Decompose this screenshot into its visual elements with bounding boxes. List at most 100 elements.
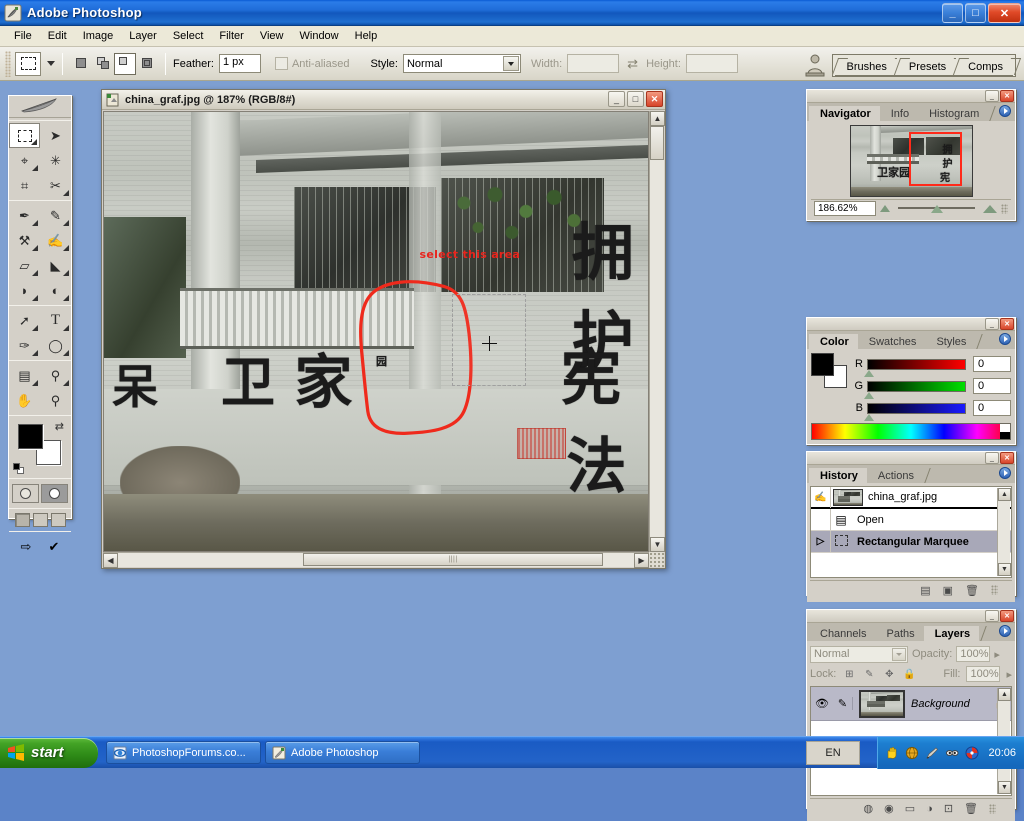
menu-view[interactable]: View <box>252 27 292 45</box>
document-horizontal-scrollbar[interactable]: ◀ |||| ▶ <box>103 552 649 567</box>
tab-paths[interactable]: Paths <box>875 626 923 641</box>
zoom-slider-thumb[interactable] <box>931 205 943 213</box>
eye-icon[interactable]: 👁 <box>811 697 833 710</box>
subtract-from-selection-button[interactable] <box>114 53 136 75</box>
full-screen-mode-icon[interactable] <box>51 513 66 527</box>
image-canvas[interactable]: 呆 卫 家 园 拥 护 宪 法 select this area <box>103 111 649 552</box>
tab-actions[interactable]: Actions <box>867 468 923 483</box>
link-layers-icon[interactable]: ◍ <box>864 802 874 815</box>
palette-menu-icon[interactable] <box>999 467 1011 479</box>
document-resize-grip[interactable] <box>649 552 664 567</box>
fill-value[interactable]: 100% <box>966 666 1000 682</box>
default-colors-icon[interactable] <box>13 463 24 474</box>
lock-image-pixels-icon[interactable]: ✎ <box>862 667 876 681</box>
document-titlebar[interactable]: china_graf.jpg @ 187% (RGB/8#) _ □ ✕ <box>102 90 665 110</box>
anti-aliased-checkbox[interactable] <box>275 57 288 70</box>
history-state-pointer-marker[interactable]: ▷ <box>811 531 831 552</box>
navigator-zoom-slider[interactable] <box>894 202 979 216</box>
history-close-button[interactable]: ✕ <box>1000 452 1014 464</box>
crop-tool[interactable]: ⌗ <box>9 173 40 198</box>
history-minimize-button[interactable]: _ <box>985 452 999 464</box>
paint-bucket-tool[interactable]: ◣ <box>40 253 71 278</box>
rectangular-marquee-tool[interactable] <box>9 123 40 148</box>
layers-scroll-up-button[interactable]: ▲ <box>998 688 1011 701</box>
fill-stepper-icon[interactable]: ▸ <box>1006 668 1012 681</box>
tab-info[interactable]: Info <box>880 106 918 121</box>
type-tool[interactable]: T <box>40 308 71 333</box>
new-selection-button[interactable] <box>70 53 92 75</box>
layers-minimize-button[interactable]: _ <box>985 610 999 622</box>
create-new-snapshot-icon[interactable]: ▣ <box>943 584 953 597</box>
color-close-button[interactable]: ✕ <box>1000 318 1014 330</box>
tab-color[interactable]: Color <box>809 334 858 349</box>
menu-edit[interactable]: Edit <box>40 27 75 45</box>
clock[interactable]: 20:06 <box>988 747 1016 759</box>
hand-share-icon[interactable] <box>884 746 899 761</box>
tab-navigator[interactable]: Navigator <box>809 106 880 121</box>
history-scroll-down-button[interactable]: ▼ <box>998 563 1011 576</box>
palette-menu-icon[interactable] <box>999 105 1011 117</box>
intersect-with-selection-button[interactable] <box>136 53 158 75</box>
antivirus-shield-icon[interactable] <box>964 746 979 761</box>
standard-screen-mode-icon[interactable] <box>15 513 30 527</box>
ellipse-shape-tool[interactable]: ◯ <box>40 333 71 358</box>
layer-row-background[interactable]: 👁 ✎ Ba <box>811 687 1011 721</box>
tab-channels[interactable]: Channels <box>809 626 875 641</box>
swap-dimensions-icon[interactable]: ⇄ <box>627 56 638 72</box>
layers-close-button[interactable]: ✕ <box>1000 610 1014 622</box>
close-button[interactable]: ✕ <box>988 3 1021 23</box>
history-scroll-up-button[interactable]: ▲ <box>998 488 1011 501</box>
healing-brush-tool[interactable]: ✒ <box>9 203 40 228</box>
quick-mask-mode-button[interactable] <box>41 484 68 503</box>
swap-colors-icon[interactable]: ⇄ <box>55 420 64 433</box>
menu-window[interactable]: Window <box>292 27 347 45</box>
scroll-right-button[interactable]: ▶ <box>634 553 649 568</box>
menubar[interactable]: File Edit Image Layer Select Filter View… <box>0 26 1024 47</box>
lock-all-icon[interactable]: 🔒 <box>902 667 916 681</box>
taskbar-item-photoshop[interactable]: Adobe Photoshop <box>265 741 420 764</box>
eraser-tool[interactable]: ▱ <box>9 253 40 278</box>
paintbrush-icon[interactable]: ✎ <box>833 697 853 710</box>
create-document-from-state-icon[interactable]: ▤ <box>920 584 930 597</box>
scroll-left-button[interactable]: ◀ <box>103 553 118 568</box>
history-state-open[interactable]: ▤ Open <box>811 509 1011 531</box>
opacity-stepper-icon[interactable]: ▸ <box>994 648 1000 661</box>
color-foreground-swatch[interactable] <box>811 353 834 376</box>
options-bar-grip[interactable] <box>5 51 11 77</box>
lock-transparent-pixels-icon[interactable]: ⊞ <box>842 667 856 681</box>
delete-layer-icon[interactable]: 🗑 <box>964 802 978 815</box>
tab-layers[interactable]: Layers <box>924 626 979 641</box>
path-selection-tool[interactable]: ➚ <box>9 308 40 333</box>
navigator-titlebar[interactable]: _ ✕ <box>807 90 1015 103</box>
menu-select[interactable]: Select <box>165 27 212 45</box>
history-brush-source-icon[interactable]: ✍ <box>811 487 831 508</box>
history-brush-tool[interactable]: ✍ <box>40 228 71 253</box>
height-input[interactable] <box>686 54 738 73</box>
zoom-tool[interactable]: ⚲ <box>40 388 71 413</box>
paintbrush-tool[interactable]: ✎ <box>40 203 71 228</box>
horizontal-scroll-thumb[interactable]: |||| <box>303 553 603 566</box>
color-spectrum-ramp[interactable] <box>811 423 1011 440</box>
history-tabs[interactable]: History Actions <box>807 465 1015 483</box>
menu-layer[interactable]: Layer <box>121 27 165 45</box>
palette-menu-icon[interactable] <box>999 333 1011 345</box>
navigator-view-box[interactable] <box>909 132 962 187</box>
scroll-up-button[interactable]: ▲ <box>650 111 665 126</box>
new-group-icon[interactable]: ▭ <box>905 802 915 815</box>
document-close-button[interactable]: ✕ <box>646 91 663 107</box>
magic-wand-tool[interactable]: ✳ <box>40 148 71 173</box>
menu-filter[interactable]: Filter <box>211 27 251 45</box>
adjustment-layer-icon[interactable]: ◑ <box>926 803 933 815</box>
palette-menu-icon[interactable] <box>999 625 1011 637</box>
red-slider[interactable] <box>867 359 966 370</box>
color-minimize-button[interactable]: _ <box>985 318 999 330</box>
maximize-button[interactable]: □ <box>965 3 986 23</box>
hand-tool[interactable]: ✋ <box>9 388 40 413</box>
eyes-tray-icon[interactable] <box>944 746 959 761</box>
vertical-scroll-thumb[interactable] <box>650 126 664 160</box>
menu-file[interactable]: File <box>6 27 40 45</box>
well-tab-comps[interactable]: Comps <box>956 58 1013 76</box>
history-titlebar[interactable]: _ ✕ <box>807 452 1015 465</box>
blur-tool[interactable]: ◗ <box>9 278 40 303</box>
width-input[interactable] <box>567 54 619 73</box>
